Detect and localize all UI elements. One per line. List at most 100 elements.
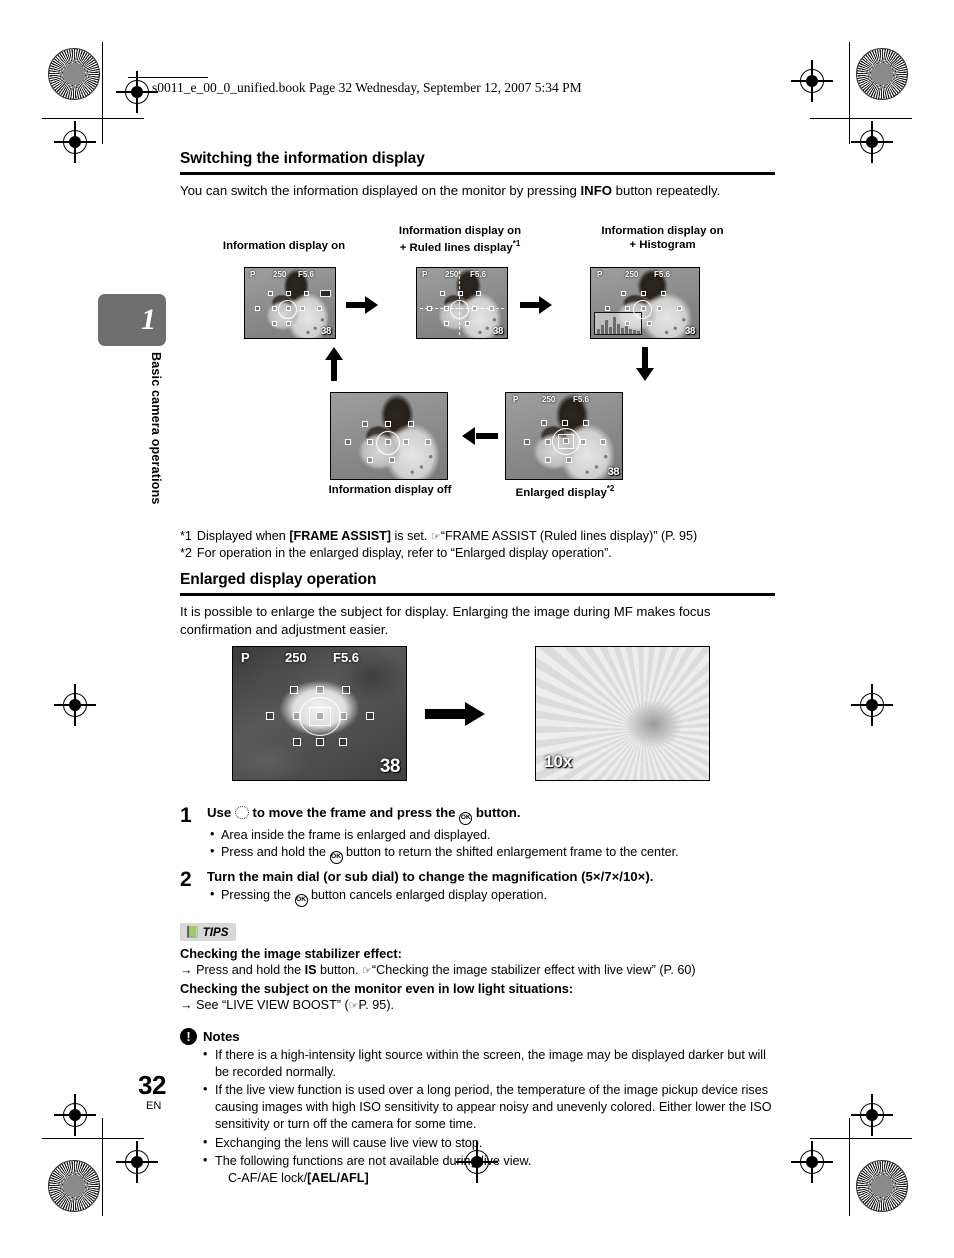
step-2-number: 2 (180, 868, 192, 892)
note-item-4-sub: C-AF/AE lock/[AEL/AFL] (215, 1170, 775, 1187)
footnote-1-part-a: Displayed when (196, 529, 290, 544)
section-rule-2 (180, 593, 775, 596)
tip-2-heading: Checking the subject on the monitor even… (180, 981, 574, 997)
lcd-shutter-label-5: 250 (542, 395, 556, 405)
lcd-aperture-label-3: F5.6 (654, 270, 671, 280)
page-language: EN (146, 1100, 162, 1112)
step-1-bullet-1: Area inside the frame is enlarged and di… (207, 826, 775, 844)
step-1-title-middle: to move the frame and press the (248, 805, 460, 821)
tips-badge-label: TIPS (202, 926, 229, 940)
footnote-1-part-e: “FRAME ASSIST (Ruled lines display)” (P.… (440, 529, 698, 544)
notes-header: ! Notes (180, 1027, 775, 1045)
tip-2-after: P. 95). (358, 998, 395, 1013)
flow-label-hist-line2: + Histogram (629, 238, 696, 251)
ael-afl-label: [AEL/AFL] (307, 1170, 369, 1185)
registration-target-mid-right (851, 684, 893, 726)
reference-hand-icon-1: ☞ (430, 530, 441, 544)
chapter-number: 1 (141, 303, 156, 336)
lcd-preview-ruled-lines: P 250 F5.6 38 (416, 267, 508, 340)
flow-label-ruled-lines: Information display on + Ruled lines dis… (375, 225, 545, 255)
lcd-frame-count: 38 (320, 326, 332, 338)
step-1-bullet-1-text: Area inside the frame is enlarged and di… (221, 828, 491, 843)
footnotes-block: *1 Displayed when [FRAME ASSIST] is set.… (180, 528, 775, 561)
registration-target-right (851, 121, 893, 163)
arrow-pad-icon (234, 806, 249, 820)
lcd-frame-count-5: 38 (607, 466, 620, 479)
enlarged-display-demo: P 250 F5.6 38 10x (180, 644, 775, 794)
demo-lcd-mode: P (241, 650, 250, 666)
af-center-ring (278, 300, 297, 320)
note-4-sub-plain: C-AF/AE lock/ (228, 1170, 308, 1185)
info-button-label: INFO (580, 182, 613, 198)
step-2: 2 Turn the main dial (or sub dial) to ch… (180, 868, 775, 908)
lcd-demo-normal: P 250 F5.6 38 (232, 646, 407, 782)
lcd-mode-label-3: P (597, 270, 603, 280)
flow-label-info-on: Information display on (204, 240, 364, 254)
footnote-2-text: For operation in the enlarged display, r… (196, 546, 612, 561)
registration-target-top-right (791, 60, 833, 102)
flow-label-info-off: Information display off (316, 484, 464, 498)
flow-arrow-right-2 (520, 296, 552, 315)
registration-target-left (54, 121, 96, 163)
section-rule (180, 172, 775, 175)
step-1-body: Use to move the frame and press the OK b… (207, 804, 775, 865)
footnote-2: *2 For operation in the enlarged display… (180, 545, 775, 561)
crop-mark-bottom-left-v (102, 1118, 104, 1216)
demo-arrow-right (425, 702, 487, 727)
steps-list: 1 Use to move the frame and press the OK… (180, 804, 775, 908)
footnote-1-part-c: is set. (391, 529, 431, 544)
ok-button-icon: OK (459, 812, 473, 826)
flow-label-ruled-line1: Information display on (398, 225, 522, 238)
footnote-1-mark: *1 (180, 529, 192, 544)
tip-2-before: See “LIVE VIEW BOOST” ( (192, 998, 349, 1013)
registration-target-mid-left (54, 684, 96, 726)
book-header-line: s0011_e_00_0_unified.book Page 32 Wednes… (152, 80, 582, 95)
tip-1-before: Press and hold the (192, 963, 305, 978)
step-2-bullets: Pressing the OK button cancels enlarged … (207, 886, 775, 908)
page-number: 32 (138, 1070, 166, 1100)
tip-1-after: “Checking the image stabilizer effect wi… (371, 963, 696, 978)
step-1-title-before: Use (207, 805, 235, 821)
note-item-2: If the live view function is used over a… (202, 1081, 775, 1133)
lcd-preview-info-off (330, 392, 448, 481)
demo-lcd-frames: 38 (379, 756, 401, 778)
step-2-bullet-1-before: Pressing the (221, 888, 295, 903)
step-2-bullet-1: Pressing the OK button cancels enlarged … (207, 886, 775, 908)
flow-label-histogram: Information display on + Histogram (570, 225, 755, 252)
lcd-shutter-label-2: 250 (445, 270, 459, 280)
registration-target-bottom-center-left (116, 1141, 158, 1183)
crop-mark-top-right-h (810, 118, 912, 120)
footnote-2-mark: *2 (180, 546, 192, 561)
note-item-1: If there is a high-intensity light sourc… (202, 1046, 775, 1081)
tips-book-icon: 📗 (185, 926, 200, 940)
tips-body: Checking the image stabilizer effect: → … (180, 945, 775, 1015)
section-heading-enlarged-display-operation: Enlarged display operation (180, 571, 377, 589)
demo-lcd-shutter: 250 (285, 650, 307, 666)
chapter-title-vertical: Basic camera operations (149, 352, 163, 505)
step-1-title: Use to move the frame and press the OK b… (207, 804, 775, 826)
flow-arrow-right-1 (346, 296, 378, 315)
flow-label-ruled-line2: + Ruled lines display (399, 241, 513, 254)
flow-label-hist-line1: Information display on (601, 225, 724, 238)
reference-hand-icon-2: ☞ (362, 964, 372, 978)
demo-af-center-ring (299, 697, 341, 737)
lcd-frame-count-2: 38 (492, 326, 504, 338)
crop-mark-top-right-v (849, 42, 851, 144)
lcd-mode-label-5: P (513, 395, 519, 405)
step-1-bullet-2-after: button to return the shifted enlargement… (342, 845, 679, 860)
lcd-shutter-label-3: 250 (625, 270, 639, 280)
tip-1-mid: button. (316, 963, 363, 978)
step-1: 1 Use to move the frame and press the OK… (180, 804, 775, 865)
flow-arrow-left (462, 427, 498, 446)
is-button-label: IS (304, 963, 317, 978)
step-2-bullet-1-after: button cancels enlarged display operatio… (307, 888, 547, 903)
lcd-shutter-label: 250 (273, 270, 287, 280)
demo-lcd-aperture: F5.6 (333, 650, 360, 666)
lcd-aperture-label-5: F5.6 (573, 395, 590, 405)
intro-paragraph-2: It is possible to enlarge the subject fo… (180, 603, 711, 637)
notes-list: If there is a high-intensity light sourc… (180, 1046, 775, 1187)
note-item-3: Exchanging the lens will cause live view… (202, 1134, 775, 1152)
flow-label-enlarged: Enlarged display*2 (492, 484, 638, 500)
header-rule (128, 77, 208, 79)
lcd-preview-info-on: P 250 F5.6 38 (244, 267, 336, 340)
